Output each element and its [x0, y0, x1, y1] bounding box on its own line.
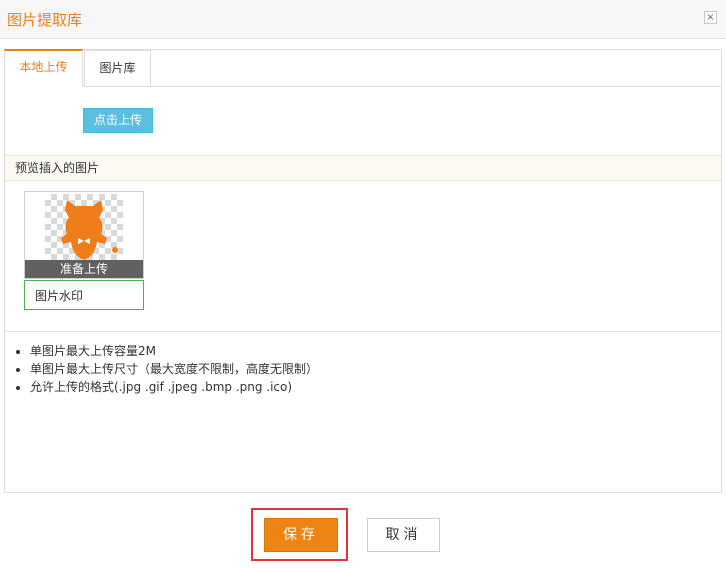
note-max-dimensions: 单图片最大上传尺寸（最大宽度不限制，高度无限制） — [30, 360, 318, 378]
image-thumbnail[interactable]: 准备上传 — [24, 191, 144, 279]
close-icon[interactable]: × — [704, 11, 717, 24]
note-allowed-formats: 允许上传的格式(.jpg .gif .jpeg .bmp .png .ico) — [30, 378, 318, 396]
save-button[interactable]: 保存 — [264, 518, 338, 552]
tab-image-library[interactable]: 图片库 — [84, 50, 151, 86]
tab-local-upload[interactable]: 本地上传 — [4, 49, 83, 87]
watermark-input[interactable] — [24, 280, 144, 310]
upload-button[interactable]: 点击上传 — [83, 108, 153, 133]
preview-header: 预览插入的图片 — [5, 155, 721, 181]
tab-bar: 本地上传 图片库 — [4, 49, 721, 87]
preview-area: 准备上传 — [5, 181, 721, 332]
dialog-titlebar: 图片提取库 × — [0, 0, 726, 39]
note-max-size: 单图片最大上传容量2M — [30, 342, 318, 360]
cancel-button[interactable]: 取消 — [367, 518, 440, 552]
cartoon-figure-image — [61, 200, 118, 260]
upload-panel: 本地上传 图片库 点击上传 预览插入的图片 准备上传 单图片最大上传容量2M 单… — [4, 49, 722, 493]
upload-status-label: 准备上传 — [25, 260, 143, 278]
upload-notes: 单图片最大上传容量2M 单图片最大上传尺寸（最大宽度不限制，高度无限制） 允许上… — [16, 342, 318, 396]
dialog-title: 图片提取库 — [7, 11, 83, 29]
